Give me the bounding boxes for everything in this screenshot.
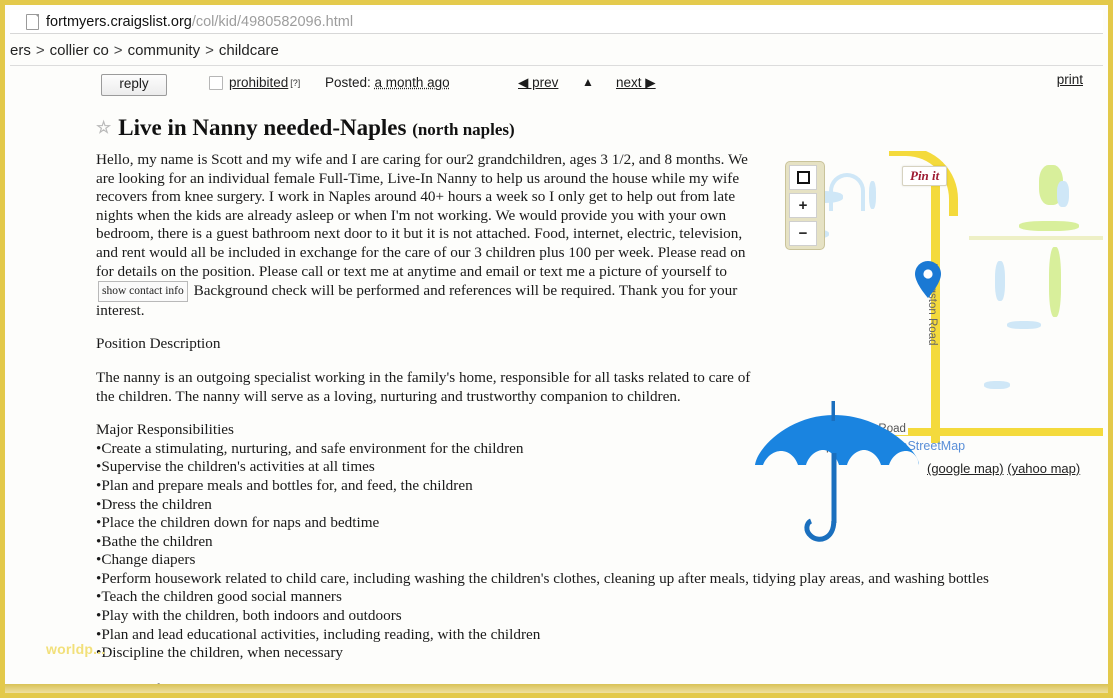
url-domain: fortmyers.craigslist.org [46,13,192,30]
post-toolbar: reply prohibited [?] Posted: a month ago… [10,71,1103,105]
posted-date: Posted: a month ago [325,75,450,90]
qualifications-heading: Job Qualifications and Requirements [96,680,321,698]
map-water [829,173,865,211]
prohibited-checkbox[interactable] [209,75,223,90]
map-road-immokalee [889,428,1103,436]
breadcrumb-item-2[interactable]: community [128,42,201,59]
map-marker-icon[interactable] [915,261,941,298]
favorite-star-icon[interactable]: ☆ [96,118,111,138]
list-item: •Plan and lead educational activities, i… [96,625,541,643]
map-green [1049,247,1061,317]
yahoo-map-link[interactable]: (yahoo map) [1007,461,1080,476]
map-external-links: (google map) (yahoo map) [927,461,1080,476]
breadcrumb: ers > collier co > community > childcare [10,36,1103,66]
responsibilities-list: •Create a stimulating, nurturing, and sa… [96,439,989,698]
posted-age: a month ago [374,75,450,90]
list-item: •Create a stimulating, nurturing, and sa… [96,439,524,457]
list-item: •Bathe the children [96,532,213,550]
prohibited-help-icon[interactable]: [?] [290,78,300,88]
map-water [1007,321,1041,329]
position-description-heading: Position Description [96,335,221,353]
url-path: /col/kid/4980582096.html [191,13,354,30]
map-green [1019,221,1079,231]
list-item: •Discipline the children, when necessary [96,644,343,662]
prohibited-link[interactable]: prohibited [229,75,288,90]
map-water [869,181,876,209]
list-item: •Play with the children, both indoors an… [96,607,402,625]
map-controls[interactable]: + − [785,161,825,250]
breadcrumb-item-3[interactable]: childcare [219,42,279,59]
zoom-out-button[interactable]: − [789,221,817,246]
reply-button[interactable]: reply [101,74,167,96]
show-contact-info-button[interactable]: show contact info [98,281,188,302]
google-map-link[interactable]: (google map) [927,461,1004,476]
breadcrumb-separator: > [205,42,214,59]
pin-it-button[interactable]: Pin it [902,166,948,186]
post-body: Hello, my name is Scott and my wife and … [96,151,989,698]
post-location: (north naples) [412,120,515,139]
up-arrow-icon[interactable]: ▲ [582,75,594,89]
map-water [1057,181,1069,207]
breadcrumb-item-1[interactable]: collier co [50,42,109,59]
breadcrumb-separator: > [35,42,45,59]
breadcrumb-item-0[interactable]: ers [10,42,31,59]
url-bar[interactable]: fortmyers.craigslist.org/col/kid/4980582… [10,10,1103,34]
prev-link[interactable]: ◀ prev [518,75,558,91]
next-link[interactable]: next ▶ [616,75,656,91]
list-item: •Perform housework related to child care… [96,569,989,587]
post-intro-tail: Background check will be performed and r… [96,282,738,319]
list-item: •Dress the children [96,495,212,513]
page-title: ☆ Live in Nanny needed-Naples (north napl… [96,115,515,141]
post-intro-text: Hello, my name is Scott and my wife and … [96,151,748,280]
fullscreen-icon[interactable] [789,165,817,190]
watermark: worldp... [46,641,106,657]
umbrella-icon [749,393,919,553]
print-link[interactable]: print [1057,72,1083,87]
list-item: •Place the children down for naps and be… [96,514,380,532]
page-frame: fortmyers.craigslist.org/col/kid/4980582… [0,0,1113,698]
position-description-body: The nanny is an outgoing specialist work… [96,368,751,405]
posted-label: Posted: [325,75,371,90]
list-item: •Supervise the children's activities at … [96,458,375,476]
prohibited-control[interactable]: prohibited [?] [209,75,300,90]
page-icon [26,13,39,30]
map-water [995,261,1005,301]
responsibilities-heading: Major Responsibilities [96,421,234,439]
map-water [984,381,1010,389]
list-item: •Change diapers [96,551,196,569]
breadcrumb-separator: > [113,42,123,59]
zoom-in-button[interactable]: + [789,193,817,218]
list-item: •Plan and prepare meals and bottles for,… [96,476,473,494]
post-intro-paragraph: Hello, my name is Scott and my wife and … [96,151,763,320]
map-minor-road [969,236,1103,240]
post-title-text: Live in Nanny needed-Naples [118,115,407,140]
list-item: •Teach the children good social manners [96,588,342,606]
